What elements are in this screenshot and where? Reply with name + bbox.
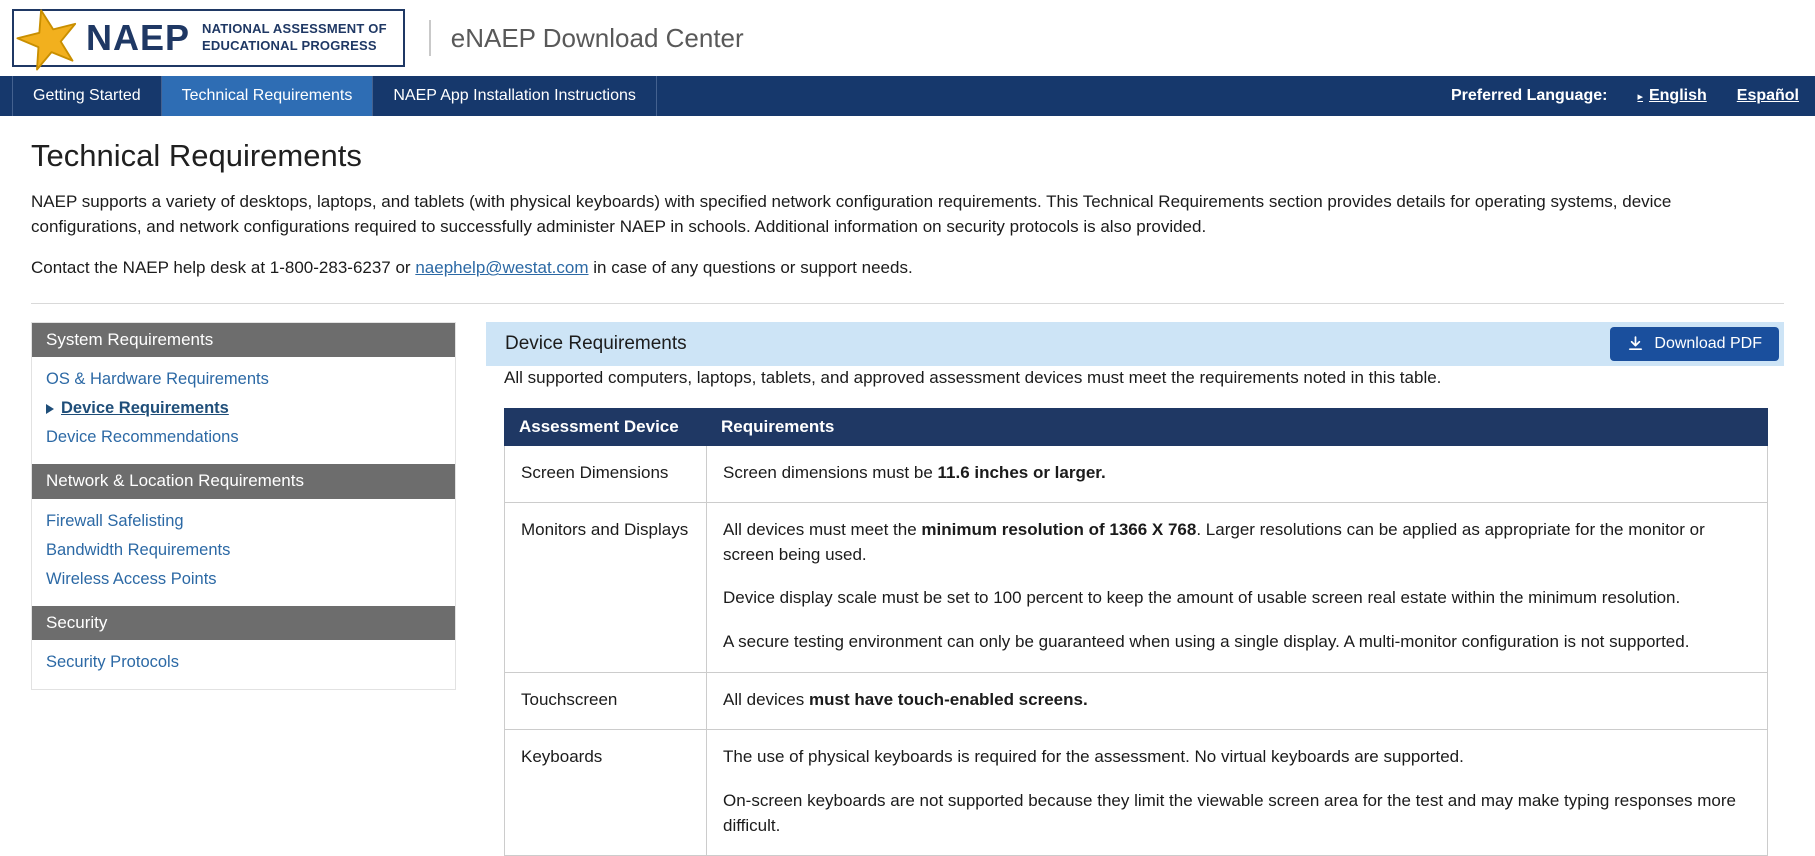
download-pdf-button[interactable]: Download PDF (1610, 327, 1779, 361)
device-cell: Touchscreen (505, 672, 707, 730)
preferred-language-label: Preferred Language: (1451, 87, 1607, 105)
sidebar-item-wireless-access-points[interactable]: Wireless Access Points (32, 565, 455, 594)
sidebar-item-device-requirements[interactable]: Device Requirements (32, 394, 455, 423)
device-cell: Keyboards (505, 730, 707, 856)
language-link-espanol[interactable]: Español (1737, 87, 1799, 105)
naep-tagline: NATIONAL ASSESSMENT OF EDUCATIONAL PROGR… (202, 21, 387, 55)
table-row-screen-dimensions: Screen Dimensions Screen dimensions must… (505, 445, 1768, 503)
sidebar-item-bandwidth-requirements[interactable]: Bandwidth Requirements (32, 536, 455, 565)
tab-getting-started[interactable]: Getting Started (12, 76, 162, 116)
panel-header: Device Requirements Download PDF (486, 322, 1784, 366)
requirements-table: Assessment Device Requirements Screen Di… (504, 408, 1768, 856)
naep-logo: NAEP NATIONAL ASSESSMENT OF EDUCATIONAL … (12, 9, 405, 67)
requirements-sidebar: System Requirements OS & Hardware Requir… (31, 322, 456, 690)
table-header-row: Assessment Device Requirements (505, 408, 1768, 445)
sidebar-item-security-protocols[interactable]: Security Protocols (32, 648, 455, 677)
panel-title: Device Requirements (505, 333, 687, 355)
sidebar-header-network-location: Network & Location Requirements (32, 464, 455, 498)
device-cell: Screen Dimensions (505, 445, 707, 503)
sidebar-header-system-requirements: System Requirements (32, 323, 455, 357)
device-cell: Monitors and Displays (505, 503, 707, 673)
language-switcher: Preferred Language: ▸ English Español (1451, 76, 1815, 116)
download-icon (1627, 335, 1644, 352)
app-title: eNAEP Download Center (451, 23, 744, 54)
column-header-requirements: Requirements (707, 408, 1768, 445)
table-row-monitors-displays: Monitors and Displays All devices must m… (505, 503, 1768, 673)
requirements-cell: Screen dimensions must be 11.6 inches or… (707, 445, 1768, 503)
requirements-cell: The use of physical keyboards is require… (707, 730, 1768, 856)
active-item-marker-icon (46, 404, 54, 414)
device-requirements-panel: Device Requirements Download PDF All sup… (486, 322, 1784, 856)
naep-wordmark: NAEP (86, 20, 190, 56)
help-desk-email-link[interactable]: naephelp@westat.com (415, 258, 588, 277)
main-nav: Getting Started Technical Requirements N… (0, 76, 1815, 116)
sidebar-item-firewall-safelisting[interactable]: Firewall Safelisting (32, 507, 455, 536)
page-title: Technical Requirements (31, 138, 1784, 174)
requirements-cell: All devices must meet the minimum resolu… (707, 503, 1768, 673)
sidebar-item-device-recommendations[interactable]: Device Recommendations (32, 423, 455, 452)
column-header-assessment-device: Assessment Device (505, 408, 707, 445)
header-divider (429, 20, 431, 56)
page-intro: NAEP supports a variety of desktops, lap… (31, 190, 1784, 239)
section-divider (31, 303, 1784, 304)
active-language-arrow-icon: ▸ (1637, 90, 1643, 103)
naep-star-icon (10, 0, 85, 75)
requirements-cell: All devices must have touch-enabled scre… (707, 672, 1768, 730)
table-intro: All supported computers, laptops, tablet… (504, 366, 1768, 391)
language-link-english[interactable]: ▸ English (1637, 87, 1706, 105)
tab-technical-requirements[interactable]: Technical Requirements (162, 76, 374, 116)
contact-line: Contact the NAEP help desk at 1-800-283-… (31, 256, 1784, 281)
table-row-touchscreen: Touchscreen All devices must have touch-… (505, 672, 1768, 730)
table-row-keyboards: Keyboards The use of physical keyboards … (505, 730, 1768, 856)
site-header: NAEP NATIONAL ASSESSMENT OF EDUCATIONAL … (0, 0, 1815, 76)
tab-naep-app-installation[interactable]: NAEP App Installation Instructions (373, 76, 657, 116)
sidebar-item-os-hardware-requirements[interactable]: OS & Hardware Requirements (32, 365, 455, 394)
page-content: Technical Requirements NAEP supports a v… (0, 138, 1815, 856)
sidebar-header-security: Security (32, 606, 455, 640)
